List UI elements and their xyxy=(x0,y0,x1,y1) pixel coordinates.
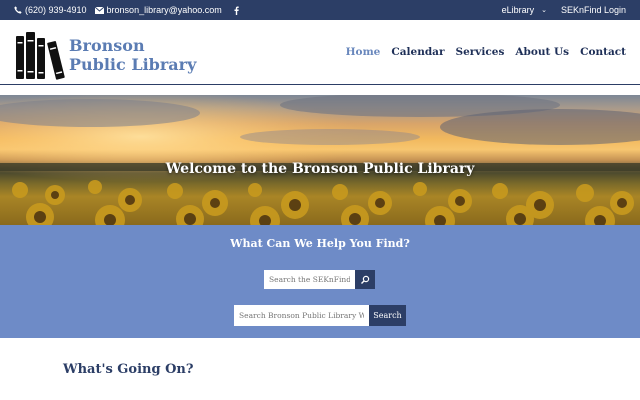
nav-services[interactable]: Services xyxy=(456,46,505,58)
site-search-button[interactable]: Search xyxy=(369,305,406,326)
top-bar: (620) 939-4910 bronson_library@yahoo.com… xyxy=(0,0,640,20)
phone-number: (620) 939-4910 xyxy=(25,5,87,15)
hero-title: Welcome to the Bronson Public Library xyxy=(165,161,475,177)
seknfind-login-label: SEKnFind Login xyxy=(560,5,626,15)
elibrary-label: eLibrary xyxy=(501,5,535,15)
logo-line-2: Public Library xyxy=(69,55,197,74)
top-links: eLibrary ⌄ SEKnFind Login xyxy=(502,0,626,20)
phone-icon xyxy=(14,6,22,14)
logo-line-1: Bronson xyxy=(69,36,145,55)
site-header: Bronson Public Library Home Calendar Ser… xyxy=(0,20,640,85)
nav-about-us[interactable]: About Us xyxy=(515,46,569,58)
seknfind-login-link[interactable]: SEKnFind Login xyxy=(561,5,626,15)
nav-calendar[interactable]: Calendar xyxy=(391,46,444,58)
nav-home[interactable]: Home xyxy=(346,46,381,58)
search-heading: What Can We Help You Find? xyxy=(230,237,410,250)
email-link[interactable]: bronson_library@yahoo.com xyxy=(94,5,222,15)
elibrary-menu[interactable]: eLibrary ⌄ xyxy=(502,5,547,15)
catalog-search-input[interactable] xyxy=(264,270,355,289)
facebook-icon xyxy=(234,6,239,15)
site-search-input[interactable] xyxy=(234,305,369,326)
sunflower-field-image xyxy=(0,95,640,225)
contact-info: (620) 939-4910 bronson_library@yahoo.com xyxy=(0,5,239,15)
site-search-form: Search xyxy=(234,305,406,326)
envelope-icon xyxy=(94,6,104,14)
catalog-search-button[interactable] xyxy=(355,270,375,289)
nav-contact[interactable]: Contact xyxy=(580,46,626,58)
phone-link[interactable]: (620) 939-4910 xyxy=(14,5,87,15)
whats-going-on-heading: What's Going On? xyxy=(63,362,194,377)
catalog-search-form xyxy=(264,270,375,289)
hero-banner: Welcome to the Bronson Public Library xyxy=(0,95,640,225)
chevron-down-icon: ⌄ xyxy=(541,7,547,14)
email-address: bronson_library@yahoo.com xyxy=(106,5,222,15)
magnifier-icon xyxy=(361,275,370,284)
facebook-link[interactable] xyxy=(234,6,239,15)
main-nav: Home Calendar Services About Us Contact xyxy=(346,46,626,58)
search-section: What Can We Help You Find? Search xyxy=(0,225,640,338)
books-logo-icon[interactable] xyxy=(16,32,66,80)
site-logo-text[interactable]: Bronson Public Library xyxy=(69,36,196,74)
